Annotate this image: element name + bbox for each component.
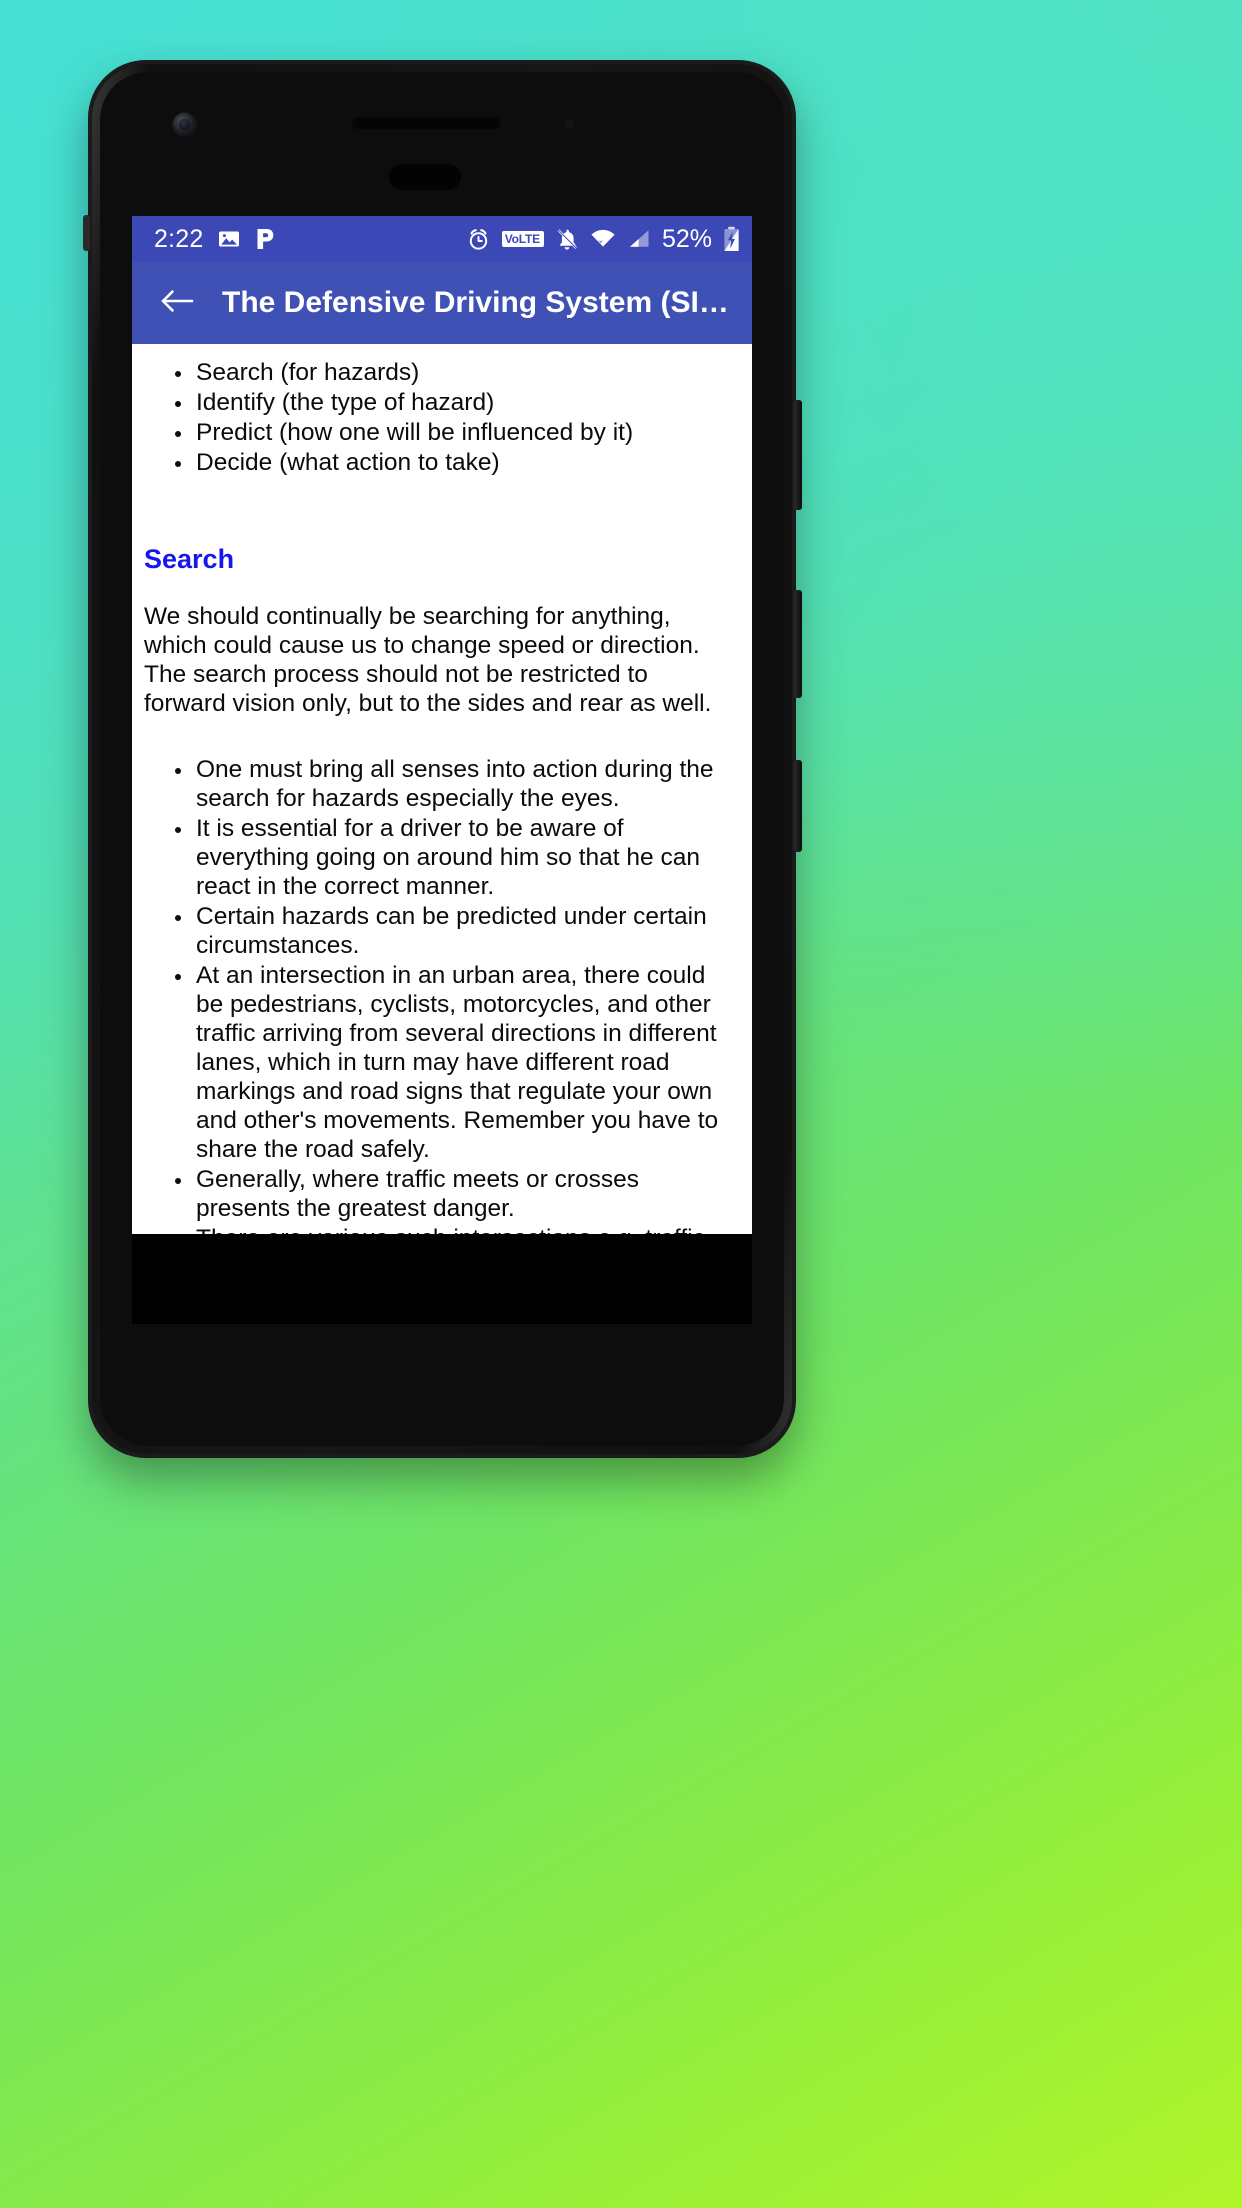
status-bar-clock: 2:22 [154, 224, 204, 253]
earpiece-speaker [352, 117, 500, 129]
photos-icon [217, 227, 241, 251]
status-bar: 2:22 VoLTE 52% [132, 216, 752, 262]
list-item: There are various such intersections e.g… [194, 1224, 738, 1234]
front-camera-icon [172, 112, 198, 138]
steps-list: Search (for hazards) Identify (the type … [144, 358, 738, 477]
earpiece-grille [389, 164, 461, 190]
list-item: Search (for hazards) [194, 358, 738, 387]
pandora-p-icon [255, 227, 275, 251]
status-bar-left-group: 2:22 [154, 225, 275, 254]
list-item: It is essential for a driver to be aware… [194, 814, 738, 901]
page-title: The Defensive Driving System (SI… [222, 286, 729, 319]
phone-device-frame: 2:22 VoLTE 52% The Defensive Driving Sys… [83, 60, 802, 1458]
heading-spacer [144, 575, 738, 603]
list-item: Identify (the type of hazard) [194, 388, 738, 417]
volte-badge: VoLTE [501, 231, 544, 247]
cellular-signal-icon [627, 227, 651, 251]
app-bar: The Defensive Driving System (SI… [132, 262, 752, 344]
list-item: Decide (what action to take) [194, 448, 738, 477]
volume-down-button[interactable] [794, 590, 802, 698]
phone-front-panel: 2:22 VoLTE 52% The Defensive Driving Sys… [100, 72, 784, 1446]
battery-percentage-label: 52% [661, 224, 712, 253]
wifi-icon [590, 227, 616, 251]
alarm-clock-icon [466, 227, 491, 252]
proximity-sensor-icon [565, 120, 574, 129]
article-content-scroll-area[interactable]: Search (for hazards) Identify (the type … [132, 344, 752, 1234]
left-side-nub [83, 215, 90, 251]
list-item: Predict (how one will be influenced by i… [194, 418, 738, 447]
list-item: At an intersection in an urban area, the… [194, 961, 738, 1164]
status-bar-right-group: VoLTE 52% [466, 225, 740, 254]
section-heading-search: Search [144, 544, 235, 575]
bell-muted-icon [555, 227, 579, 251]
arrow-left-icon [159, 286, 195, 321]
search-bullet-list: One must bring all senses into action du… [144, 755, 738, 1234]
list-item: One must bring all senses into action du… [194, 755, 738, 813]
list-item: Generally, where traffic meets or crosse… [194, 1165, 738, 1223]
battery-charging-icon [723, 226, 740, 252]
section-paragraph: We should continually be searching for a… [144, 603, 712, 717]
back-button[interactable] [150, 276, 204, 330]
screen-bottom-bezel [132, 1234, 752, 1324]
power-button[interactable] [794, 760, 802, 852]
phone-screen: 2:22 VoLTE 52% The Defensive Driving Sys… [132, 216, 752, 1234]
volume-up-button[interactable] [794, 400, 802, 510]
list-item: Certain hazards can be predicted under c… [194, 902, 738, 960]
